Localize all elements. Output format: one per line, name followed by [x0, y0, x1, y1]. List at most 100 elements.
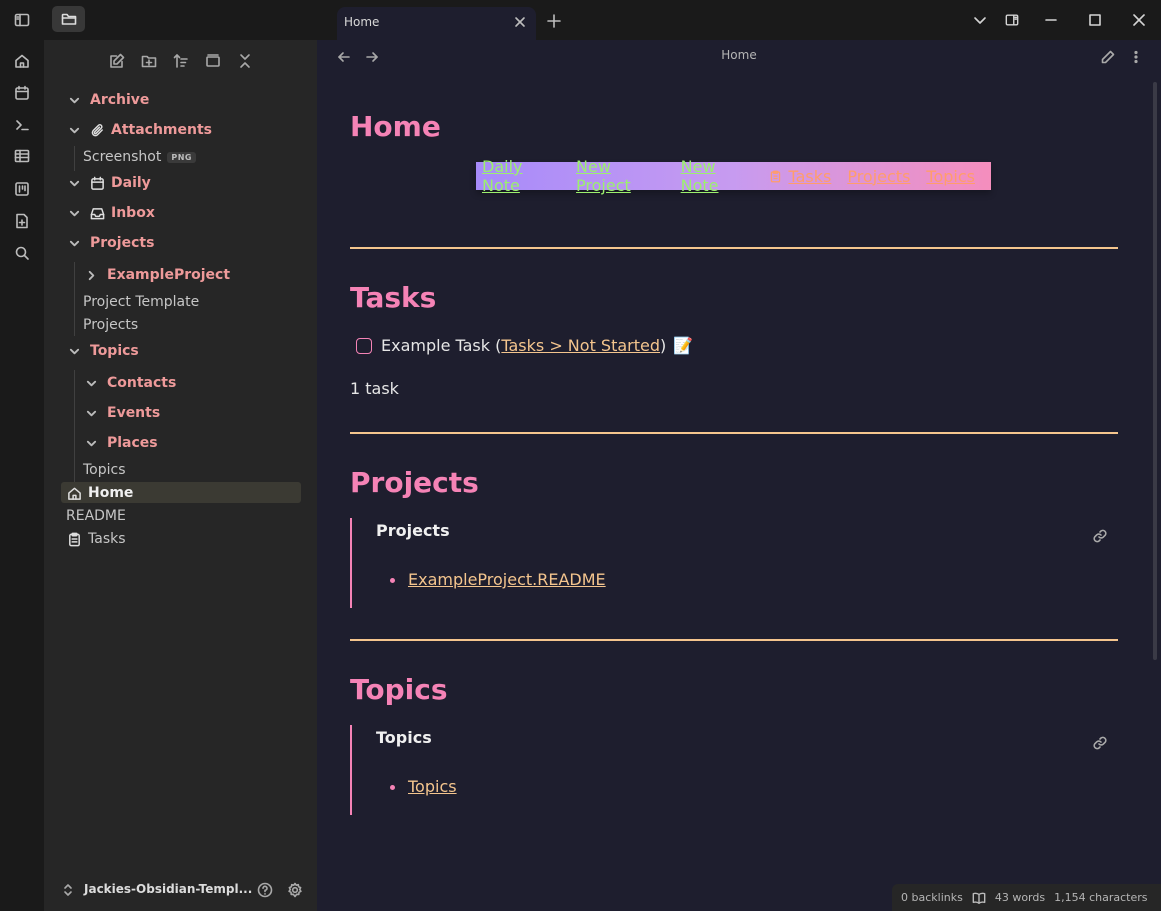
edit-pencil-icon[interactable] — [1099, 48, 1117, 66]
indent-guide — [74, 370, 75, 482]
tasks-heading: Tasks — [350, 281, 437, 314]
tree-file-topics[interactable]: Topics — [83, 459, 126, 481]
nav-link-new-project[interactable]: New Project — [576, 157, 665, 195]
help-icon[interactable] — [255, 880, 275, 900]
reading-book-icon[interactable] — [972, 891, 986, 905]
link-icon[interactable] — [1090, 733, 1110, 753]
projects-embed: Projects ExampleProject.README — [350, 518, 1118, 608]
clipboard-icon — [771, 170, 781, 182]
new-tab-plus-icon[interactable] — [545, 12, 563, 30]
maximize-icon[interactable] — [1086, 11, 1104, 29]
embed-item-link[interactable]: Topics — [408, 777, 457, 796]
clipboard-icon — [67, 532, 82, 547]
kanban-icon[interactable] — [10, 177, 34, 201]
view-title: Home — [721, 48, 757, 62]
tree-folder-events[interactable]: Events — [85, 402, 160, 424]
minimize-icon[interactable] — [1042, 11, 1060, 29]
memo-emoji-icon[interactable]: 📝 — [673, 336, 693, 355]
nav-link-tasks[interactable]: Tasks — [769, 167, 831, 186]
nav-link-new-note[interactable]: New Note — [681, 157, 754, 195]
tree-folder-contacts[interactable]: Contacts — [85, 372, 176, 394]
view-header: Home — [317, 40, 1161, 74]
right-sidebar-toggle-icon[interactable] — [1003, 11, 1021, 29]
chevron-down-icon — [68, 124, 80, 136]
window-close-icon[interactable] — [1130, 11, 1148, 29]
collapse-view-icon[interactable] — [203, 51, 223, 71]
nav-link-projects[interactable]: Projects — [847, 167, 910, 186]
list-item: ExampleProject.README — [390, 570, 606, 589]
task-status-link[interactable]: Tasks > Not Started — [501, 336, 660, 355]
character-count: 1,154 characters — [1054, 891, 1148, 904]
indent-guide — [74, 262, 75, 336]
tree-folder-exampleproject[interactable]: ExampleProject — [85, 264, 230, 286]
link-icon[interactable] — [1090, 526, 1110, 546]
nav-link-topics[interactable]: Topics — [926, 167, 975, 186]
vault-switcher-icon[interactable] — [58, 880, 78, 900]
tree-folder-topics[interactable]: Topics — [68, 340, 139, 362]
tree-file-home[interactable]: Home — [67, 482, 133, 504]
home-nav-bar: Daily Note New Project New Note Tasks Pr… — [476, 157, 991, 195]
new-file-icon[interactable] — [10, 209, 34, 233]
home-icon — [67, 486, 82, 501]
files-tab-folder-icon[interactable] — [52, 6, 85, 32]
sort-icon[interactable] — [171, 51, 191, 71]
home-icon[interactable] — [10, 49, 34, 73]
tab-home[interactable]: Home — [337, 7, 536, 40]
file-extension-badge: PNG — [167, 151, 196, 163]
note-title: Home — [350, 110, 441, 143]
bullet — [390, 578, 395, 583]
task-count: 1 task — [350, 379, 399, 398]
new-folder-icon[interactable] — [139, 51, 159, 71]
chevron-down-icon — [85, 407, 97, 419]
sidebar-toggle-icon[interactable] — [10, 8, 34, 32]
new-note-icon[interactable] — [107, 51, 127, 71]
paperclip-icon — [90, 123, 105, 138]
calendar-icon[interactable] — [10, 81, 34, 105]
chevron-down-icon — [68, 177, 80, 189]
close-icon[interactable] — [512, 14, 528, 30]
embed-title: Topics — [376, 728, 432, 747]
tree-folder-daily[interactable]: Daily — [68, 172, 151, 194]
projects-heading: Projects — [350, 466, 479, 499]
divider — [350, 247, 1118, 249]
tab-list-chevron-icon[interactable] — [971, 11, 989, 29]
chevron-down-icon — [68, 237, 80, 249]
task-item: Example Task ( Tasks > Not Started ) 📝 — [356, 336, 693, 355]
terminal-icon[interactable] — [10, 113, 34, 137]
tree-file-readme[interactable]: README — [66, 505, 126, 527]
vault-name[interactable]: Jackies-Obsidian-Templ... — [84, 882, 252, 896]
collapse-all-icon[interactable] — [235, 51, 255, 71]
chevron-down-icon — [68, 345, 80, 357]
chevron-down-icon — [68, 94, 80, 106]
tree-folder-places[interactable]: Places — [85, 432, 158, 454]
tree-folder-inbox[interactable]: Inbox — [68, 202, 155, 224]
tree-file-screenshot[interactable]: Screenshot PNG — [83, 146, 196, 168]
more-options-icon[interactable] — [1127, 48, 1145, 66]
tree-folder-archive[interactable]: Archive — [68, 89, 149, 111]
tab-bar: Home — [317, 0, 1161, 40]
embed-title: Projects — [376, 521, 450, 540]
tree-file-tasks[interactable]: Tasks — [67, 528, 126, 550]
chevron-down-icon — [68, 207, 80, 219]
tree-file-project-template[interactable]: Project Template — [83, 291, 199, 313]
table-icon[interactable] — [10, 144, 34, 168]
status-bar: 0 backlinks 43 words 1,154 characters — [892, 884, 1161, 911]
indent-guide — [74, 146, 75, 171]
scrollbar[interactable] — [1153, 82, 1157, 660]
tree-file-projects[interactable]: Projects — [83, 314, 138, 336]
task-checkbox[interactable] — [356, 337, 372, 354]
embed-item-link[interactable]: ExampleProject.README — [408, 570, 606, 589]
calendar-icon — [90, 176, 105, 191]
tree-folder-projects[interactable]: Projects — [68, 232, 154, 254]
nav-link-daily-note[interactable]: Daily Note — [482, 157, 560, 195]
chevron-right-icon — [85, 269, 97, 281]
chevron-down-icon — [85, 377, 97, 389]
list-item: Topics — [390, 777, 457, 796]
settings-gear-icon[interactable] — [285, 880, 305, 900]
tree-folder-attachments[interactable]: Attachments — [68, 119, 212, 141]
backlinks-count[interactable]: 0 backlinks — [901, 891, 963, 904]
chevron-down-icon — [85, 437, 97, 449]
inbox-icon — [90, 206, 105, 221]
search-icon[interactable] — [10, 241, 34, 265]
topics-embed: Topics Topics — [350, 725, 1118, 815]
